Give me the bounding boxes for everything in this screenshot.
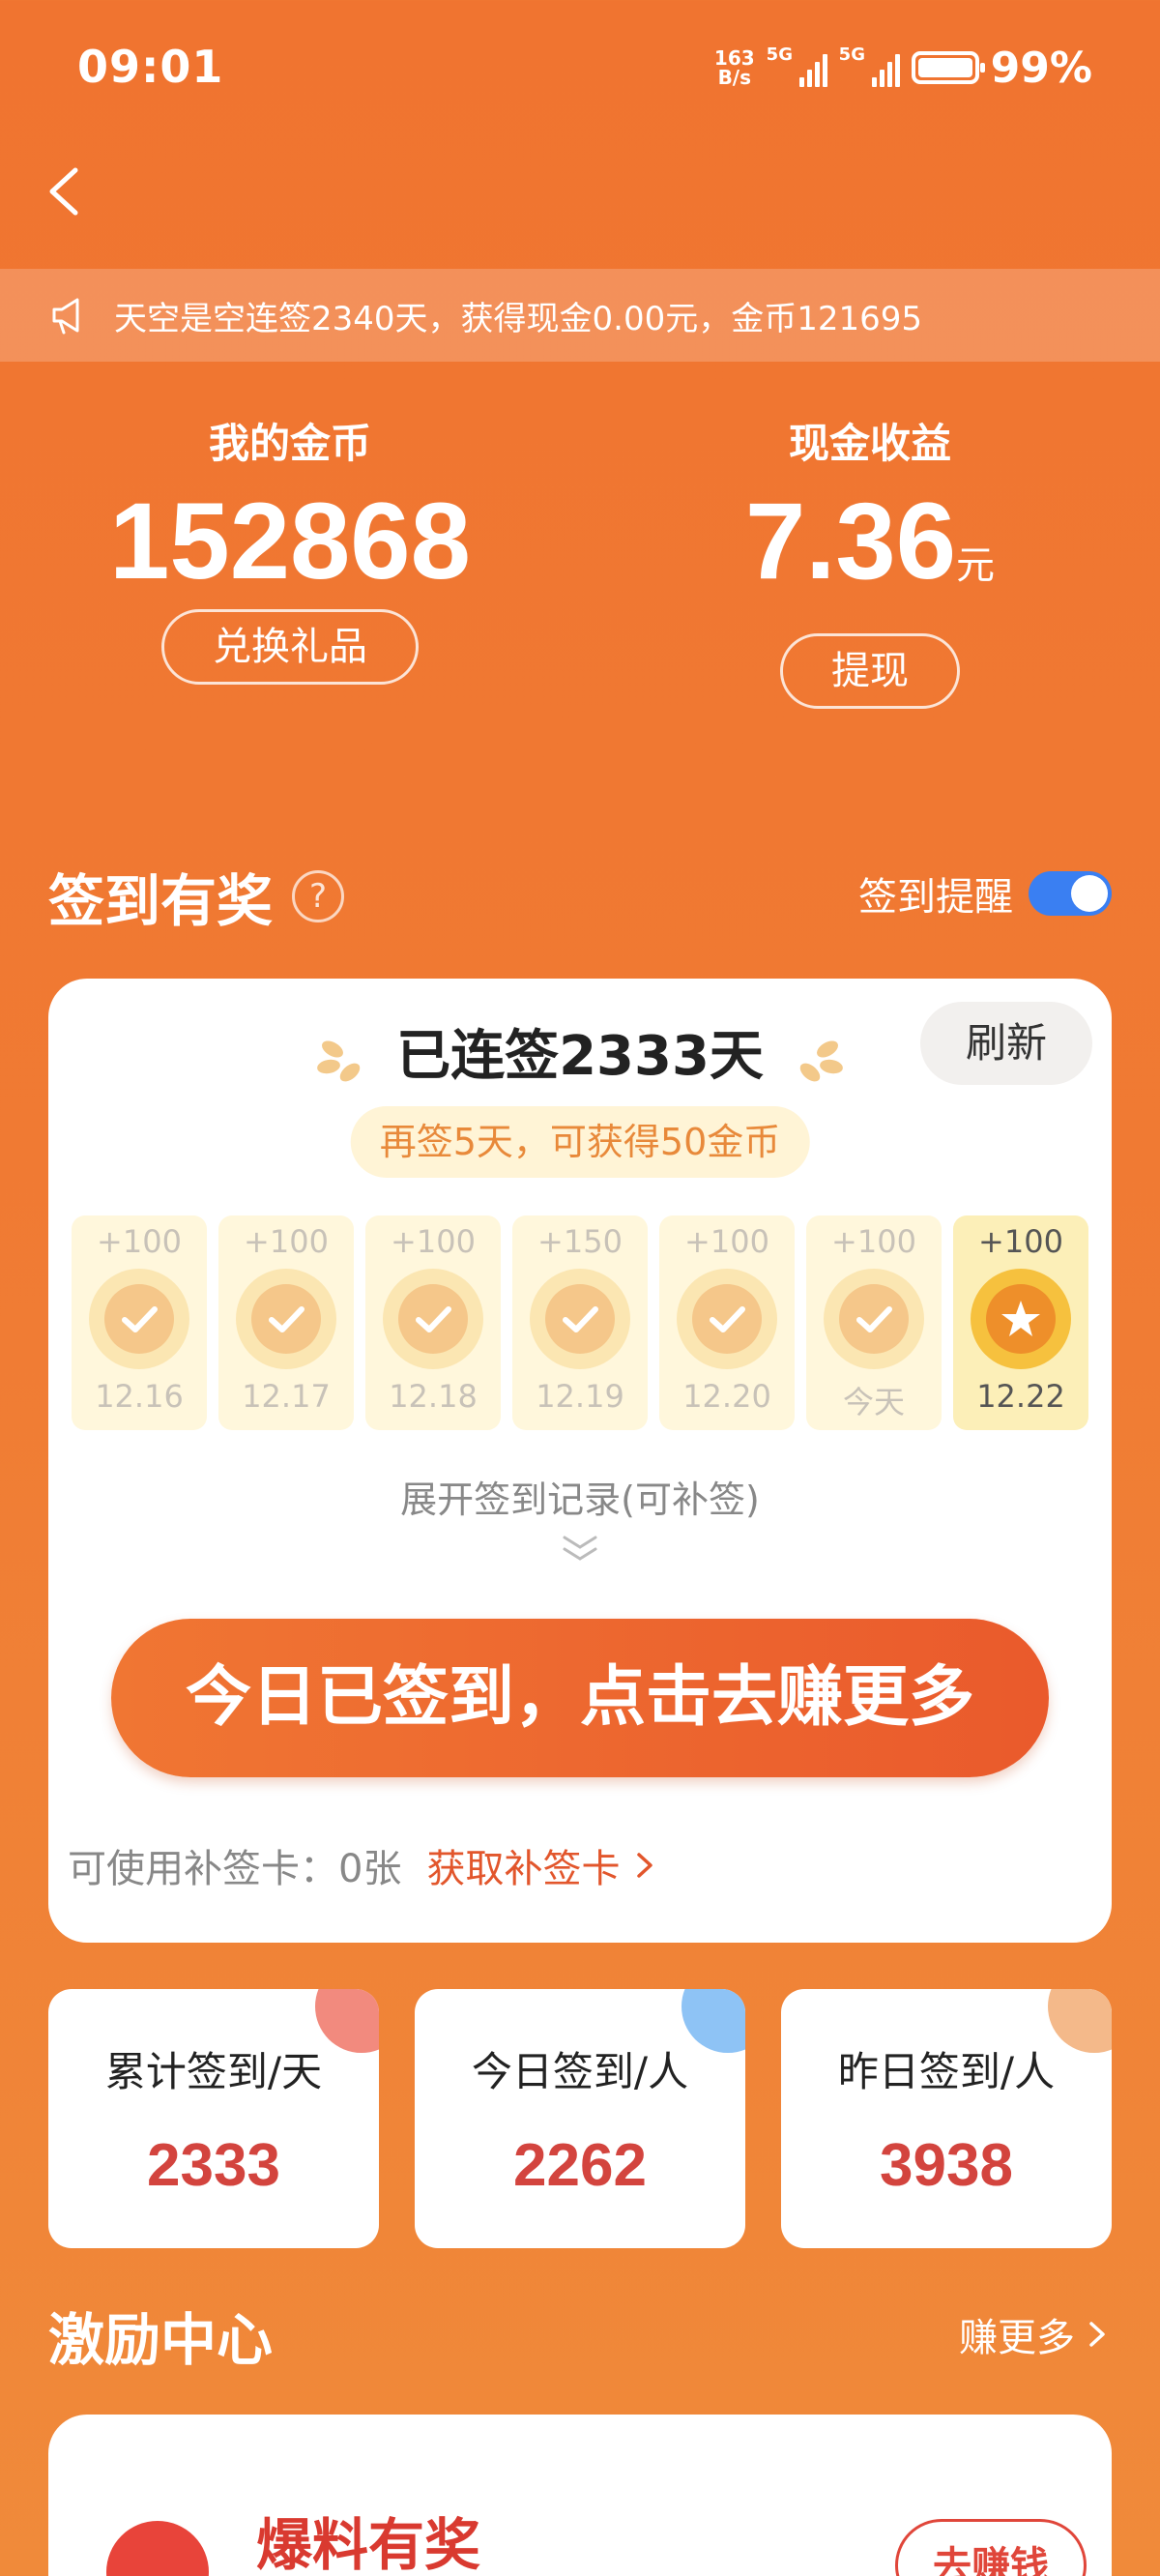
checked-coin-icon [89,1269,189,1369]
notice-bar: 天空是空连签2340天，获得现金0.00元，金币121695 [0,269,1160,362]
makeup-card-count: 可使用补签卡：0张 [68,1847,402,1891]
cash-value: 7.36元 [745,481,995,601]
sign-reminder: 签到提醒 [858,865,1112,922]
checked-coin-icon [824,1269,924,1369]
go-earn-button[interactable]: 去赚钱 [895,2519,1087,2576]
withdraw-button[interactable]: 提现 [780,633,960,709]
megaphone-icon [106,2521,209,2576]
star-coin-icon [971,1269,1071,1369]
day-cell: +100 今天 [806,1215,942,1430]
cash-summary: 现金收益 7.36元 提现 [580,411,1160,709]
signal-icon: 5G [839,44,900,87]
signal-icon: 5G [767,44,827,87]
stat-total-days: 累计签到/天 2333 [48,1989,379,2248]
stat-yesterday-count: 昨日签到/人 3938 [781,1989,1112,2248]
clock: 09:01 [77,41,224,93]
earn-more-link[interactable]: 赚更多 [959,2306,1112,2362]
back-arrow-icon[interactable] [39,162,97,220]
day-cell-next: +100 12.22 [953,1215,1088,1430]
help-icon[interactable]: ? [292,870,345,922]
chevron-right-icon [1089,2322,1105,2347]
sign-card: 已连签2333天 刷新 再签5天，可获得50金币 +100 12.16 +100… [48,979,1112,1943]
coins-label: 我的金币 [208,420,371,467]
incentive-card: 爆料有奖 去赚钱 [48,2415,1112,2576]
coins-summary: 我的金币 152868 兑换礼品 [0,411,580,685]
expand-records-link[interactable]: 展开签到记录(可补签) [48,1470,1112,1523]
chevron-right-icon [637,1853,653,1878]
refresh-button[interactable]: 刷新 [920,1002,1092,1085]
bonus-hint: 再签5天，可获得50金币 [350,1106,810,1178]
sign-section-title: 签到有奖 ? [48,856,345,937]
cash-unit: 元 [955,544,995,587]
battery-icon [911,51,985,84]
notice-text: 天空是空连签2340天，获得现金0.00元，金币121695 [114,299,923,338]
stat-today-count: 今日签到/人 2262 [415,1989,745,2248]
battery-percent: 99% [990,43,1092,93]
double-chevron-down-icon[interactable] [551,1530,609,1568]
laurel-right-icon [799,1040,843,1082]
earn-more-button[interactable]: 今日已签到，点击去赚更多 [111,1619,1049,1777]
status-indicators: 163 B/s 5G 5G 99% [714,41,1092,95]
reminder-toggle[interactable] [1029,871,1112,916]
megaphone-icon [52,298,79,335]
checked-coin-icon [530,1269,630,1369]
reminder-label: 签到提醒 [858,875,1013,920]
checked-coin-icon [383,1269,483,1369]
day-cell: +100 12.18 [365,1215,501,1430]
status-bar: 09:01 163 B/s 5G 5G 99% [0,0,1160,145]
day-cell: +100 12.20 [659,1215,795,1430]
day-cell: +150 12.19 [512,1215,648,1430]
sign-days: +100 12.16 +100 12.17 +100 12.18 +150 12… [72,1215,1088,1430]
cash-label: 现金收益 [788,420,951,467]
get-makeup-card-link[interactable]: 获取补签卡 [426,1837,660,1893]
incentive-title: 激励中心 [48,2307,274,2373]
coins-value: 152868 [109,481,471,601]
checked-coin-icon [677,1269,777,1369]
checked-coin-icon [236,1269,336,1369]
day-cell: +100 12.17 [218,1215,354,1430]
day-cell: +100 12.16 [72,1215,207,1430]
laurel-left-icon [317,1040,361,1082]
network-speed: 163 B/s [713,46,755,89]
exchange-gift-button[interactable]: 兑换礼品 [161,609,419,685]
makeup-card-row: 可使用补签卡：0张 获取补签卡 [68,1837,660,1893]
incentive-item-name: 爆料有奖 [256,2512,481,2576]
